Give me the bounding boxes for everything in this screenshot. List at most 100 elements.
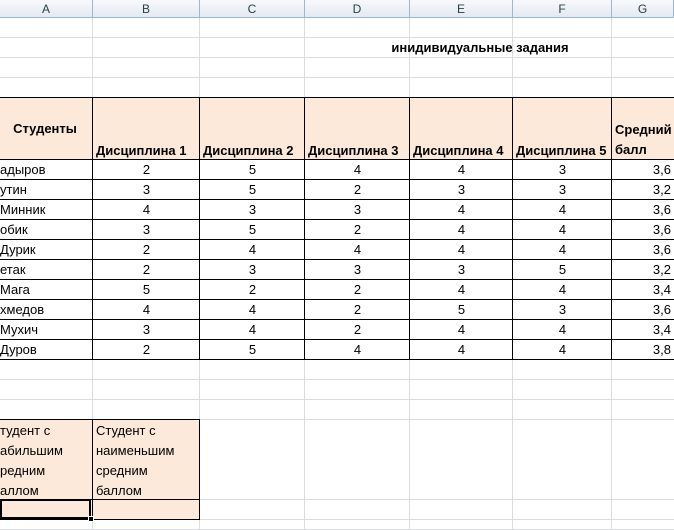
score-cell[interactable]: 4 <box>513 240 612 260</box>
average-cell[interactable]: 3,6 <box>612 160 674 180</box>
table-border-h <box>0 299 674 300</box>
score-cell[interactable]: 4 <box>513 200 612 220</box>
score-cell[interactable]: 5 <box>200 220 305 240</box>
score-cell[interactable]: 2 <box>305 300 410 320</box>
average-cell[interactable]: 3,2 <box>612 180 674 200</box>
column-header-a[interactable]: A <box>0 0 93 18</box>
column-header-f[interactable]: F <box>513 0 612 18</box>
average-cell[interactable]: 3,6 <box>612 240 674 260</box>
student-name-cell[interactable]: Минник <box>0 200 93 220</box>
score-cell[interactable]: 2 <box>93 340 200 360</box>
student-name-cell[interactable]: Мага <box>0 280 93 300</box>
column-header-g[interactable]: G <box>612 0 674 18</box>
score-cell[interactable]: 3 <box>305 260 410 280</box>
score-cell[interactable]: 4 <box>410 200 513 220</box>
fill-handle[interactable] <box>88 516 94 522</box>
table-border-v <box>611 98 612 360</box>
average-cell[interactable]: 3,4 <box>612 320 674 340</box>
score-cell[interactable]: 3 <box>200 200 305 220</box>
max-score-label-line: тудент с <box>0 423 51 438</box>
column-header-d[interactable]: D <box>305 0 410 18</box>
score-cell[interactable]: 4 <box>513 340 612 360</box>
score-cell[interactable]: 3 <box>93 180 200 200</box>
header-discipline-5: Дисциплина 5 <box>516 143 607 158</box>
score-cell[interactable]: 5 <box>200 160 305 180</box>
average-cell[interactable]: 3,6 <box>612 300 674 320</box>
score-cell[interactable]: 2 <box>305 320 410 340</box>
student-name-cell[interactable]: Дуров <box>0 340 93 360</box>
score-cell[interactable]: 4 <box>410 220 513 240</box>
min-score-value-cell[interactable] <box>93 500 200 520</box>
score-cell[interactable]: 5 <box>93 280 200 300</box>
gridline-row <box>0 77 674 78</box>
average-cell[interactable]: 3,2 <box>612 260 674 280</box>
score-cell[interactable]: 4 <box>200 300 305 320</box>
student-name-cell[interactable]: утин <box>0 180 93 200</box>
score-cell[interactable]: 4 <box>305 340 410 360</box>
student-name-cell[interactable]: етак <box>0 260 93 280</box>
header-discipline-1: Дисциплина 1 <box>96 143 187 158</box>
summary-border-v <box>199 420 200 520</box>
score-cell[interactable]: 4 <box>93 200 200 220</box>
student-name-cell[interactable]: Мухич <box>0 320 93 340</box>
average-cell[interactable]: 3,8 <box>612 340 674 360</box>
score-cell[interactable]: 2 <box>93 160 200 180</box>
score-cell[interactable]: 2 <box>305 220 410 240</box>
score-cell[interactable]: 4 <box>305 240 410 260</box>
student-name-cell[interactable]: обик <box>0 220 93 240</box>
score-cell[interactable]: 4 <box>410 320 513 340</box>
score-cell[interactable]: 4 <box>513 280 612 300</box>
student-name-cell[interactable]: хмедов <box>0 300 93 320</box>
score-cell[interactable]: 4 <box>200 320 305 340</box>
student-name-cell[interactable]: Дурик <box>0 240 93 260</box>
average-cell[interactable]: 3,4 <box>612 280 674 300</box>
score-cell[interactable]: 3 <box>513 160 612 180</box>
summary-border-h <box>0 519 200 520</box>
score-cell[interactable]: 4 <box>200 240 305 260</box>
table-border-v <box>92 98 93 360</box>
column-header-e[interactable]: E <box>410 0 513 18</box>
score-cell[interactable]: 3 <box>410 180 513 200</box>
score-cell[interactable]: 5 <box>200 340 305 360</box>
score-cell[interactable]: 4 <box>410 340 513 360</box>
spreadsheet-grid[interactable]: A B C D E F Gинидивидуальные задания Студенты Ди… <box>0 0 674 530</box>
summary-border-v <box>92 420 93 520</box>
score-cell[interactable]: 2 <box>200 280 305 300</box>
score-cell[interactable]: 3 <box>410 260 513 280</box>
average-cell[interactable]: 3,6 <box>612 220 674 240</box>
score-cell[interactable]: 5 <box>410 300 513 320</box>
score-cell[interactable]: 4 <box>410 280 513 300</box>
score-cell[interactable]: 2 <box>93 240 200 260</box>
score-cell[interactable]: 3 <box>200 260 305 280</box>
table-border-h <box>0 259 674 260</box>
table-border-v <box>409 98 410 360</box>
score-cell[interactable]: 4 <box>410 240 513 260</box>
score-cell[interactable]: 2 <box>305 280 410 300</box>
score-cell[interactable]: 4 <box>513 320 612 340</box>
table-border-v <box>199 98 200 360</box>
score-cell[interactable]: 3 <box>513 300 612 320</box>
score-cell[interactable]: 4 <box>410 160 513 180</box>
score-cell[interactable]: 3 <box>93 220 200 240</box>
gridline-row <box>0 379 674 380</box>
average-cell[interactable]: 3,6 <box>612 200 674 220</box>
score-cell[interactable]: 2 <box>305 180 410 200</box>
student-name-cell[interactable]: адыров <box>0 160 93 180</box>
table-border-h <box>0 319 674 320</box>
score-cell[interactable]: 4 <box>305 160 410 180</box>
table-border-h <box>0 279 674 280</box>
score-cell[interactable]: 2 <box>93 260 200 280</box>
score-cell[interactable]: 4 <box>513 220 612 240</box>
column-header-c[interactable]: C <box>200 0 305 18</box>
header-discipline-4: Дисциплина 4 <box>413 143 504 158</box>
header-discipline-3: Дисциплина 3 <box>308 143 399 158</box>
column-header-b[interactable]: B <box>93 0 200 18</box>
score-cell[interactable]: 3 <box>93 320 200 340</box>
min-score-label-line: наименьшим <box>96 443 175 458</box>
score-cell[interactable]: 5 <box>513 260 612 280</box>
score-cell[interactable]: 4 <box>93 300 200 320</box>
score-cell[interactable]: 3 <box>513 180 612 200</box>
min-score-label-line: средним <box>96 463 148 478</box>
score-cell[interactable]: 5 <box>200 180 305 200</box>
score-cell[interactable]: 3 <box>305 200 410 220</box>
